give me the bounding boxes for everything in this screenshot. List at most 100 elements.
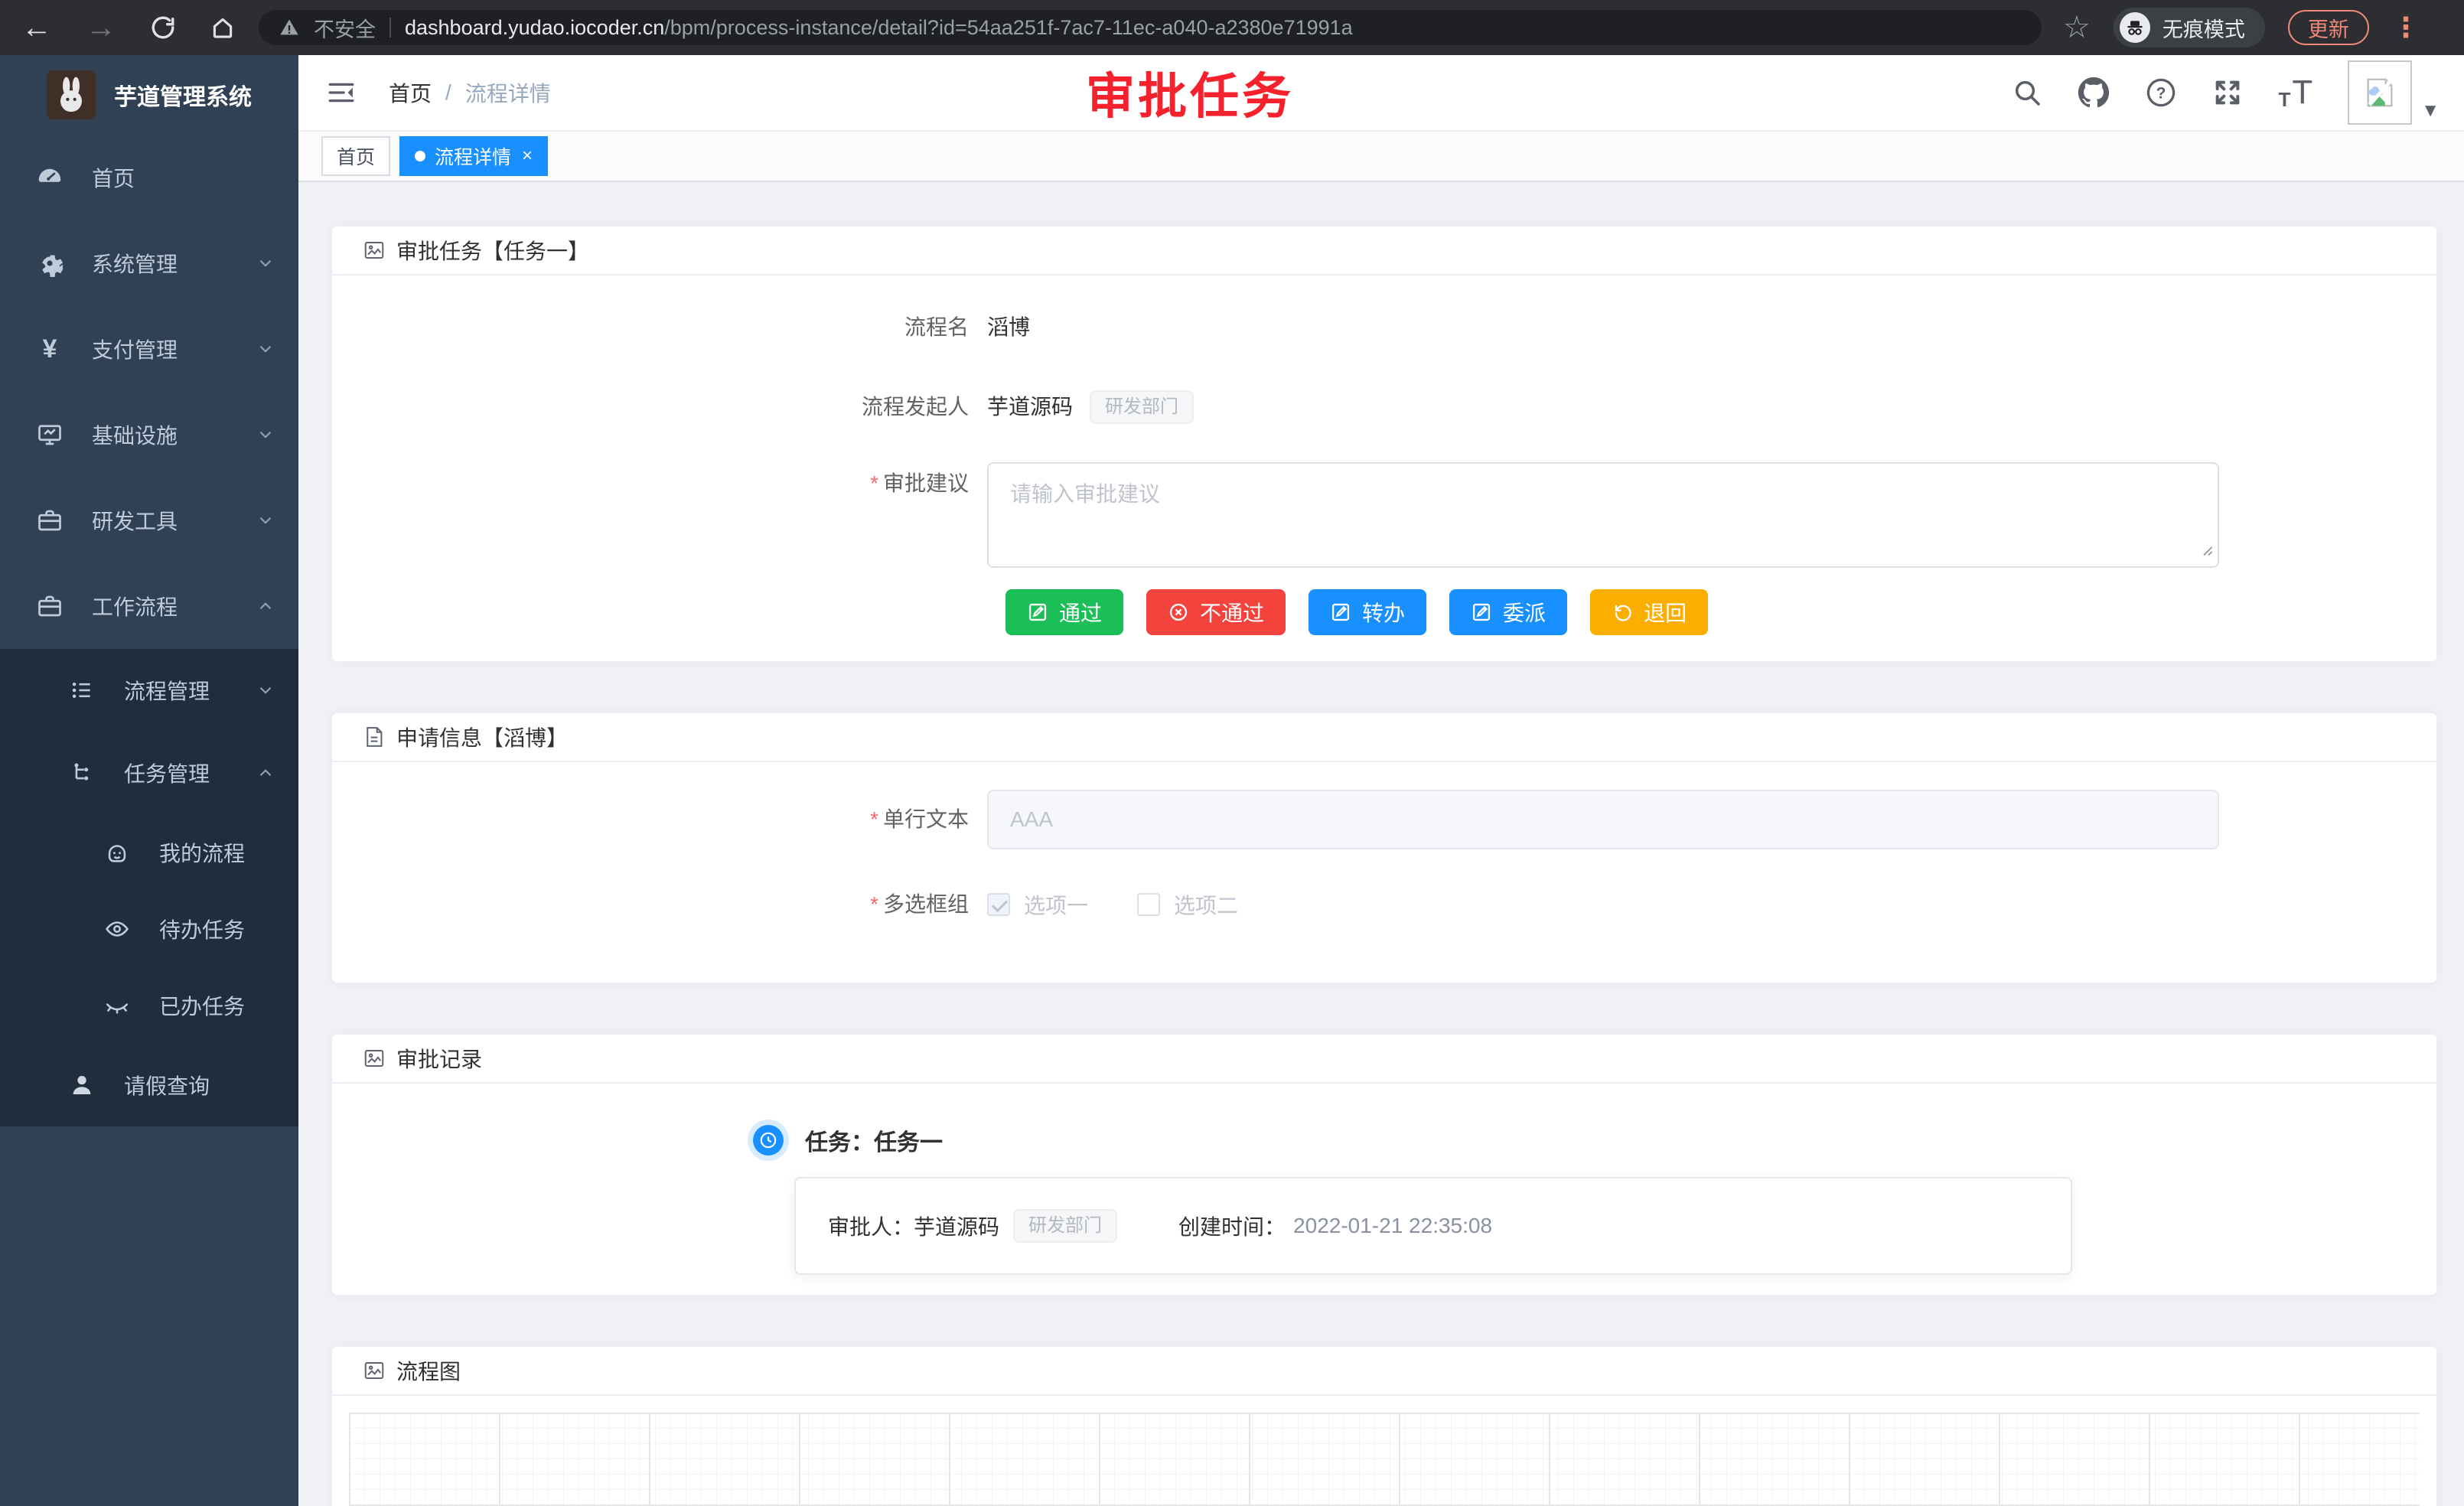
avatar[interactable] [2348,60,2412,125]
approval-record-card: 审批记录 任务：任务一 [331,1033,2438,1296]
active-tab-dot [415,151,425,161]
single-text-row: *单行文本 [363,790,2406,849]
reject-button[interactable]: 不通过 [1146,589,1286,635]
approval-actions: 通过 不通过 [1005,589,2406,635]
field-label: 流程发起人 [363,386,987,429]
dept-tag: 研发部门 [1013,1209,1117,1243]
breadcrumb-separator: / [445,80,451,105]
checkbox-label: 选项一 [1024,889,1088,920]
checkbox-option-2: 选项二 [1137,889,1238,920]
card-header: 审批任务【任务一】 [332,227,2436,275]
monitor-icon [34,421,66,448]
browser-menu-icon[interactable]: ⋮ [2392,11,2420,44]
help-icon[interactable]: ? [2145,77,2177,109]
approval-task-card: 审批任务【任务一】 流程名 滔博 流程发起人 芋道源码 研发部门 [331,225,2438,663]
dashboard-icon [34,164,66,191]
browser-update-button[interactable]: 更新 [2288,10,2369,45]
edit-icon [1027,601,1048,623]
document-icon [363,725,386,748]
home-icon[interactable] [210,15,236,41]
robot-icon [101,839,133,865]
sidebar-item-label: 任务管理 [124,758,210,788]
picture-icon [363,239,386,262]
sidebar-item-devtools[interactable]: 研发工具 [0,478,298,563]
github-icon[interactable] [2078,77,2110,109]
sidebar-item-payment[interactable]: ¥ 支付管理 [0,306,298,392]
sidebar-item-leave-query[interactable]: 请假查询 [0,1044,298,1126]
sidebar-item-label: 首页 [92,162,135,193]
workflow-submenu: 流程管理 [0,649,298,1126]
avatar-caret-icon[interactable]: ▼ [2421,100,2440,122]
timeline-item: 任务：任务一 [753,1120,2406,1160]
tab-process-detail[interactable]: 流程详情 × [399,136,548,176]
checkbox-unchecked-icon [1137,893,1160,916]
url-text: dashboard.yudao.iocoder.cn/bpm/process-i… [405,16,1353,40]
reload-icon[interactable] [150,15,176,41]
sidebar-item-my-process[interactable]: 我的流程 [0,814,298,891]
font-size-icon[interactable]: TT [2278,76,2312,109]
card-title: 审批记录 [396,1043,482,1074]
incognito-icon [2120,12,2150,43]
return-button[interactable]: 退回 [1590,589,1708,635]
hamburger-icon[interactable] [326,80,357,106]
warning-icon [279,17,300,38]
field-label: *多选框组 [363,883,987,926]
sidebar: 芋道管理系统 首页 [0,55,298,1506]
sidebar-item-label: 研发工具 [92,505,178,536]
required-asterisk: * [870,807,878,831]
tab-home[interactable]: 首页 [321,136,390,176]
created-label: 创建时间： [1178,1211,1286,1241]
sidebar-item-task-mgmt[interactable]: 任务管理 [0,732,298,814]
card-body [332,1396,2436,1506]
main-area: 首页 / 流程详情 审批任务 [298,55,2464,1506]
bpmn-canvas[interactable] [349,1413,2420,1506]
approve-button[interactable]: 通过 [1005,589,1123,635]
avatar-wrap: ▼ [2348,60,2440,125]
fullscreen-icon[interactable] [2212,77,2243,108]
sidebar-logo[interactable]: 芋道管理系统 [0,55,298,135]
briefcase-icon [34,592,66,620]
url-path: /bpm/process-instance/detail?id=54aa251f… [664,16,1352,39]
bookmark-star-icon[interactable]: ☆ [2063,12,2091,43]
sidebar-item-process-mgmt[interactable]: 流程管理 [0,649,298,732]
chevron-down-icon [256,339,275,359]
process-name-value: 滔博 [987,306,1030,349]
sidebar-item-label: 请假查询 [124,1070,210,1100]
breadcrumb-current: 流程详情 [465,77,551,108]
annotation-text: 审批任务 [1086,57,1294,128]
picture-icon [363,1047,386,1070]
transfer-button[interactable]: 转办 [1309,589,1426,635]
sidebar-item-system[interactable]: 系统管理 [0,220,298,306]
eye-closed-icon [101,993,133,1019]
chevron-up-icon [256,596,275,616]
delegate-button[interactable]: 委派 [1449,589,1567,635]
sidebar-item-todo-tasks[interactable]: 待办任务 [0,891,298,967]
approver-value: 芋道源码 [914,1211,999,1241]
card-body: *单行文本 *多选框组 选项一 [332,762,2436,983]
back-icon[interactable]: ← [21,12,52,43]
org-icon [66,760,98,786]
card-header: 流程图 [332,1347,2436,1396]
sidebar-item-label: 我的流程 [159,837,245,868]
sidebar-item-home[interactable]: 首页 [0,135,298,220]
opinion-textarea[interactable] [987,462,2219,568]
tab-close-icon[interactable]: × [522,145,533,167]
forward-icon[interactable]: → [86,12,116,43]
opinion-textarea-wrap [987,462,2219,568]
clock-icon [753,1125,784,1156]
created-value: 2022-01-21 22:35:08 [1293,1214,1492,1238]
tab-label: 流程详情 [435,142,511,170]
field-label: *审批建议 [363,462,987,505]
task-title: 任务：任务一 [805,1123,943,1157]
sidebar-item-workflow[interactable]: 工作流程 [0,563,298,649]
button-label: 通过 [1059,597,1102,628]
sidebar-menu: 首页 系统管理 ¥ 支付管理 [0,135,298,1126]
sidebar-item-infra[interactable]: 基础设施 [0,392,298,478]
flow-diagram-card: 流程图 [331,1345,2438,1506]
card-title: 审批任务【任务一】 [396,235,589,266]
sidebar-item-done-tasks[interactable]: 已办任务 [0,967,298,1044]
address-bar[interactable]: 不安全 dashboard.yudao.iocoder.cn/bpm/proce… [259,10,2042,45]
search-icon[interactable] [2012,77,2042,108]
breadcrumb-home[interactable]: 首页 [389,77,432,108]
initiator-row: 流程发起人 芋道源码 研发部门 [363,386,2406,429]
